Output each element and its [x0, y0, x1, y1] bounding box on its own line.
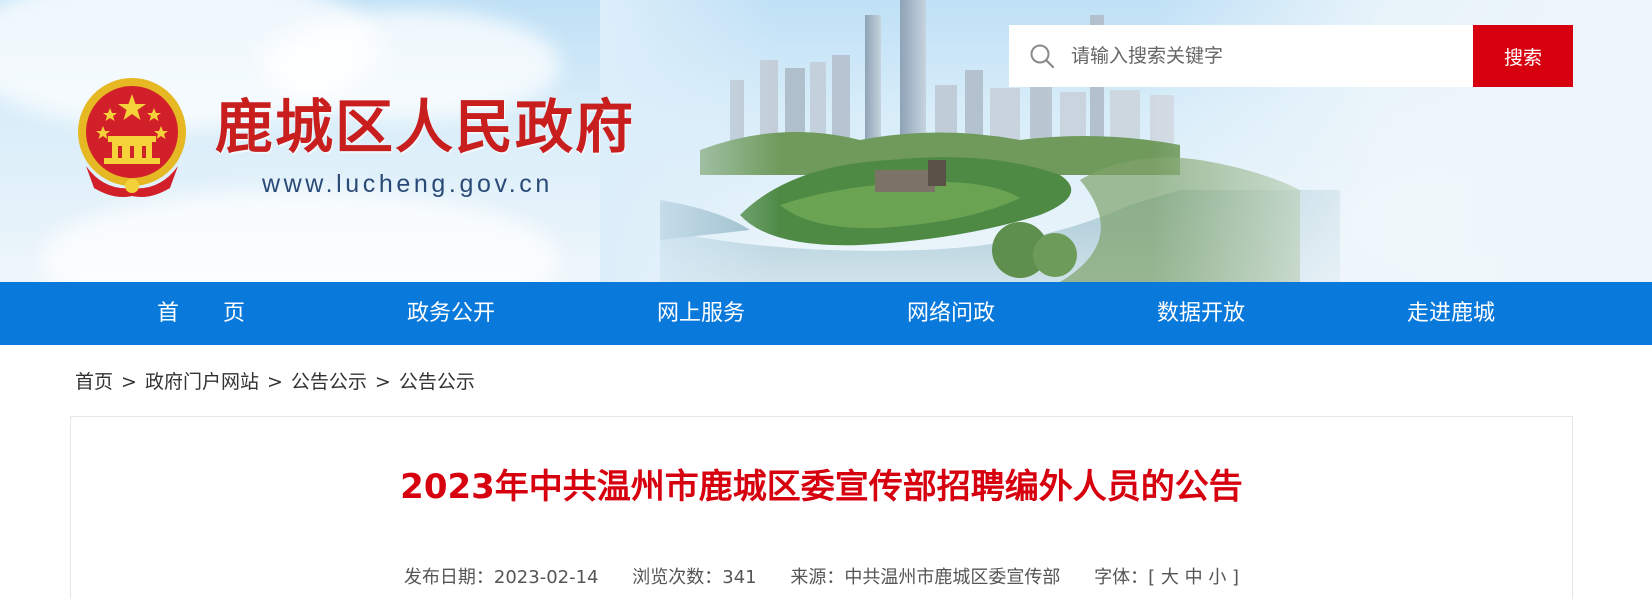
source-label: 来源：: [790, 567, 845, 588]
main-nav: 首 页 政务公开 网上服务 网络问政 数据开放 走进鹿城: [0, 282, 1652, 345]
view-count-value: 341: [722, 567, 757, 588]
breadcrumb: 首页 > 政府门户网站 > 公告公示 > 公告公示: [75, 364, 475, 400]
font-size-bracket-open: [: [1148, 567, 1156, 588]
breadcrumb-announcements[interactable]: 公告公示: [291, 364, 367, 400]
breadcrumb-home[interactable]: 首页: [75, 364, 113, 400]
search-input[interactable]: [1071, 45, 1451, 67]
nav-item-about-lucheng[interactable]: 走进鹿城: [1326, 282, 1576, 345]
national-emblem-logo: [78, 78, 186, 197]
source: 来源：中共温州市鹿城区委宣传部: [790, 567, 1060, 588]
nav-item-open-data[interactable]: 数据开放: [1076, 282, 1326, 345]
nav-item-online-services[interactable]: 网上服务: [576, 282, 826, 345]
site-title: 鹿城区人民政府: [215, 93, 636, 161]
header-banner: 鹿城区人民政府 www.lucheng.gov.cn 搜索: [0, 0, 1652, 282]
cloud-decoration: [40, 190, 560, 282]
nav-item-government-affairs[interactable]: 政务公开: [326, 282, 576, 345]
breadcrumb-portal[interactable]: 政府门户网站: [145, 364, 259, 400]
nav-item-home[interactable]: 首 页: [76, 282, 326, 345]
font-size-label: 字体：: [1094, 567, 1149, 588]
publish-date-value: 2023-02-14: [493, 567, 599, 588]
breadcrumb-announcements-current[interactable]: 公告公示: [399, 364, 475, 400]
article-container: 2023年中共温州市鹿城区委宣传部招聘编外人员的公告 发布日期：2023-02-…: [70, 416, 1573, 599]
source-value: 中共温州市鹿城区委宣传部: [844, 567, 1061, 588]
breadcrumb-separator: >: [374, 371, 391, 393]
view-count-label: 浏览次数：: [632, 567, 723, 588]
view-count: 浏览次数：341: [632, 567, 756, 588]
font-size-large[interactable]: 大: [1161, 567, 1179, 588]
search-icon: [1030, 44, 1055, 69]
nav-item-online-inquiry[interactable]: 网络问政: [826, 282, 1076, 345]
search-box: [1009, 25, 1474, 87]
search-button[interactable]: 搜索: [1473, 25, 1573, 87]
site-url: www.lucheng.gov.cn: [262, 170, 553, 198]
font-size-bracket-close: ]: [1232, 567, 1240, 588]
font-size-control: 字体：[ 大 中 小 ]: [1094, 567, 1239, 588]
breadcrumb-separator: >: [121, 371, 137, 393]
font-size-small[interactable]: 小: [1208, 567, 1226, 588]
breadcrumb-separator: >: [266, 371, 283, 393]
font-size-medium[interactable]: 中: [1185, 567, 1203, 588]
publish-date-label: 发布日期：: [403, 567, 494, 588]
article-meta: 发布日期：2023-02-14 浏览次数：341 来源：中共温州市鹿城区委宣传部…: [71, 563, 1572, 593]
article-title: 2023年中共温州市鹿城区委宣传部招聘编外人员的公告: [400, 467, 1243, 507]
publish-date: 发布日期：2023-02-14: [404, 567, 599, 588]
